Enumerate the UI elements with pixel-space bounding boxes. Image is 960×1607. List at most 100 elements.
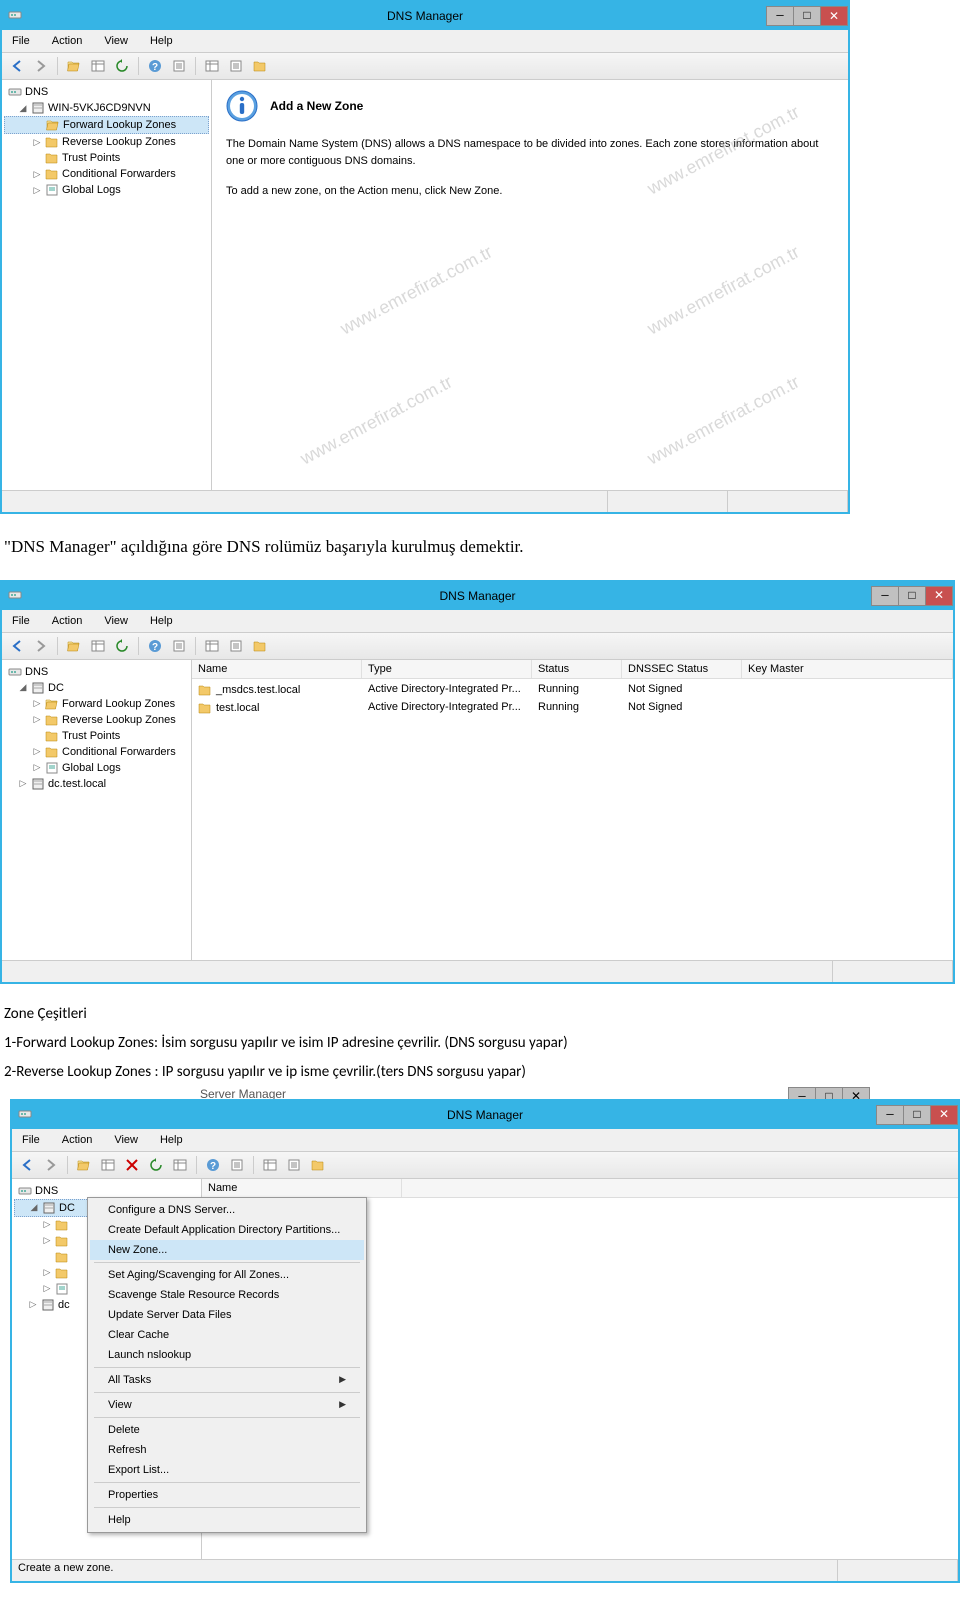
column-status[interactable]: Status: [532, 660, 622, 678]
menu-item-set-aging[interactable]: Set Aging/Scavenging for All Zones...: [90, 1265, 364, 1285]
view-button-1[interactable]: [259, 1154, 281, 1176]
list-row[interactable]: _msdcs.test.local Active Directory-Integ…: [192, 681, 953, 699]
back-button[interactable]: [6, 635, 28, 657]
menu-item-delete[interactable]: Delete: [90, 1420, 364, 1440]
expander-icon[interactable]: ▷: [32, 699, 42, 709]
menu-help[interactable]: Help: [140, 613, 183, 629]
tree-item-reverse-lookup-zones[interactable]: ▷Reverse Lookup Zones: [4, 134, 209, 150]
show-hide-tree-button[interactable]: [87, 635, 109, 657]
forward-button[interactable]: [30, 55, 52, 77]
maximize-button[interactable]: □: [898, 586, 926, 606]
menu-item-launch-nslookup[interactable]: Launch nslookup: [90, 1345, 364, 1365]
expander-icon[interactable]: ▷: [42, 1220, 52, 1230]
back-button[interactable]: [16, 1154, 38, 1176]
titlebar[interactable]: DNS Manager ─ □ ✕: [12, 1101, 958, 1129]
list-row[interactable]: test.local Active Directory-Integrated P…: [192, 699, 953, 717]
context-menu[interactable]: Configure a DNS Server... Create Default…: [87, 1197, 367, 1533]
tree-item-conditional-forwarders[interactable]: ▷Conditional Forwarders: [4, 744, 189, 760]
expander-icon[interactable]: ▷: [42, 1236, 52, 1246]
properties-button[interactable]: [168, 55, 190, 77]
close-button[interactable]: ✕: [820, 6, 848, 26]
column-type[interactable]: Type: [362, 660, 532, 678]
expander-icon[interactable]: ▷: [32, 715, 42, 725]
tree-item-conditional-forwarders[interactable]: ▷Conditional Forwarders: [4, 166, 209, 182]
menu-view[interactable]: View: [94, 613, 138, 629]
view-button-1[interactable]: [201, 635, 223, 657]
menu-file[interactable]: File: [2, 33, 40, 49]
up-button[interactable]: [63, 635, 85, 657]
maximize-button[interactable]: □: [903, 1105, 931, 1125]
close-button[interactable]: ✕: [930, 1105, 958, 1125]
tree-root-dns[interactable]: DNS: [4, 84, 209, 100]
properties-button[interactable]: [226, 1154, 248, 1176]
menu-action[interactable]: Action: [42, 33, 93, 49]
show-hide-tree-button[interactable]: [87, 55, 109, 77]
up-button[interactable]: [73, 1154, 95, 1176]
titlebar[interactable]: DNS Manager ─ □ ✕: [2, 582, 953, 610]
column-name[interactable]: Name: [202, 1179, 402, 1197]
tree-item-dc-test-local[interactable]: ▷dc.test.local: [4, 776, 189, 792]
menu-view[interactable]: View: [94, 33, 138, 49]
expander-icon[interactable]: ▷: [28, 1300, 38, 1310]
tree-server[interactable]: ◢DC: [4, 680, 189, 696]
minimize-button[interactable]: ─: [876, 1105, 904, 1125]
menu-item-properties[interactable]: Properties: [90, 1485, 364, 1505]
column-name[interactable]: Name: [192, 660, 362, 678]
delete-button[interactable]: [121, 1154, 143, 1176]
tree-server[interactable]: ◢WIN-5VKJ6CD9NVN: [4, 100, 209, 116]
properties-button[interactable]: [168, 635, 190, 657]
menu-item-create-default-partitions[interactable]: Create Default Application Directory Par…: [90, 1220, 364, 1240]
forward-button[interactable]: [40, 1154, 62, 1176]
expander-icon[interactable]: ▷: [18, 779, 28, 789]
maximize-button[interactable]: □: [793, 6, 821, 26]
tree-item-global-logs[interactable]: ▷Global Logs: [4, 182, 209, 198]
refresh-button[interactable]: [111, 635, 133, 657]
menu-view[interactable]: View: [104, 1132, 148, 1148]
minimize-button[interactable]: ─: [871, 586, 899, 606]
up-button[interactable]: [63, 55, 85, 77]
tree-item-reverse-lookup-zones[interactable]: ▷Reverse Lookup Zones: [4, 712, 189, 728]
tree-item-trust-points[interactable]: Trust Points: [4, 150, 209, 166]
view-button-2[interactable]: [283, 1154, 305, 1176]
expander-icon[interactable]: ◢: [18, 103, 28, 113]
expander-icon[interactable]: ▷: [32, 763, 42, 773]
titlebar[interactable]: DNS Manager ─ □ ✕: [2, 2, 848, 30]
menu-file[interactable]: File: [12, 1132, 50, 1148]
view-button-2[interactable]: [225, 635, 247, 657]
menu-help[interactable]: Help: [140, 33, 183, 49]
tree-item-forward-lookup-zones[interactable]: Forward Lookup Zones: [4, 116, 209, 134]
tree-item-global-logs[interactable]: ▷Global Logs: [4, 760, 189, 776]
refresh-button[interactable]: [145, 1154, 167, 1176]
menu-item-new-zone[interactable]: New Zone...: [90, 1240, 364, 1260]
export-button[interactable]: [169, 1154, 191, 1176]
menu-item-help[interactable]: Help: [90, 1510, 364, 1530]
view-button-3[interactable]: [249, 55, 271, 77]
list-header[interactable]: Name: [202, 1179, 958, 1198]
menu-help[interactable]: Help: [150, 1132, 193, 1148]
menu-file[interactable]: File: [2, 613, 40, 629]
view-button-1[interactable]: [201, 55, 223, 77]
menu-item-scavenge[interactable]: Scavenge Stale Resource Records: [90, 1285, 364, 1305]
expander-icon[interactable]: ▷: [42, 1268, 52, 1278]
menu-item-update-server-data[interactable]: Update Server Data Files: [90, 1305, 364, 1325]
tree-pane[interactable]: DNS ◢DC ▷Forward Lookup Zones ▷Reverse L…: [2, 660, 192, 960]
view-button-2[interactable]: [225, 55, 247, 77]
expander-icon[interactable]: ◢: [29, 1203, 39, 1213]
view-button-3[interactable]: [249, 635, 271, 657]
refresh-button[interactable]: [111, 55, 133, 77]
menu-item-refresh[interactable]: Refresh: [90, 1440, 364, 1460]
column-keymaster[interactable]: Key Master: [742, 660, 953, 678]
tree-item-forward-lookup-zones[interactable]: ▷Forward Lookup Zones: [4, 696, 189, 712]
menu-action[interactable]: Action: [52, 1132, 103, 1148]
tree-pane[interactable]: DNS ◢WIN-5VKJ6CD9NVN Forward Lookup Zone…: [2, 80, 212, 490]
forward-button[interactable]: [30, 635, 52, 657]
column-dnssec[interactable]: DNSSEC Status: [622, 660, 742, 678]
expander-icon[interactable]: ▷: [32, 747, 42, 757]
help-button[interactable]: [144, 635, 166, 657]
menu-item-configure-dns-server[interactable]: Configure a DNS Server...: [90, 1200, 364, 1220]
view-button-3[interactable]: [307, 1154, 329, 1176]
menu-item-all-tasks[interactable]: All Tasks▶: [90, 1370, 364, 1390]
menu-item-export-list[interactable]: Export List...: [90, 1460, 364, 1480]
list-body[interactable]: _msdcs.test.local Active Directory-Integ…: [192, 679, 953, 960]
expander-icon[interactable]: ▷: [32, 169, 42, 179]
